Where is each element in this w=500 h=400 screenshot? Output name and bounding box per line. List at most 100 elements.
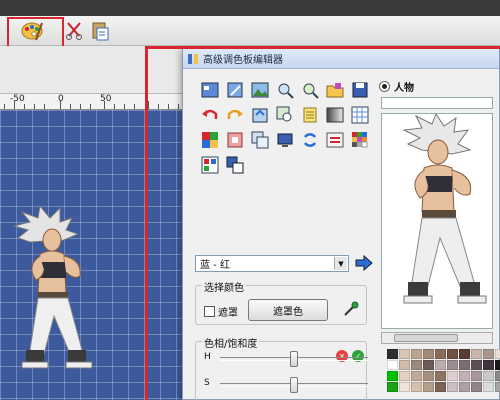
palette-swatch[interactable]	[495, 382, 500, 392]
app-icon	[188, 53, 198, 64]
dialog-title: 高级调色板编辑器	[203, 55, 283, 66]
horizontal-ruler: -50 0 50	[0, 94, 190, 110]
palette-swatch[interactable]	[495, 371, 500, 381]
palette-swatch[interactable]	[471, 360, 482, 370]
palette-grid-icon[interactable]	[199, 154, 220, 175]
palette-swatch[interactable]	[483, 349, 494, 359]
zoom-out-icon[interactable]	[299, 79, 320, 100]
paste-icon[interactable]	[88, 19, 112, 43]
palette-swatch[interactable]	[435, 349, 446, 359]
palette-swatch[interactable]	[483, 382, 494, 392]
swatch-icon[interactable]	[224, 129, 245, 150]
main-toolbar	[0, 16, 500, 46]
dialog-titlebar[interactable]: 高级调色板编辑器	[183, 49, 499, 69]
window-top-strip	[0, 0, 500, 16]
image-icon[interactable]	[249, 79, 270, 100]
scissors-icon[interactable]	[62, 19, 86, 43]
monitor-icon[interactable]	[274, 129, 295, 150]
eyedropper-icon[interactable]	[342, 300, 360, 318]
palette-swatch[interactable]	[399, 371, 410, 381]
palette-swatch[interactable]	[447, 382, 458, 392]
mask-checkbox[interactable]	[204, 306, 215, 317]
hue-label: H	[204, 352, 211, 362]
palette-swatch[interactable]	[435, 382, 446, 392]
chevron-down-icon[interactable]: ▼	[334, 257, 347, 270]
character-radio-label: 人物	[394, 83, 414, 94]
palette-editor-dialog: 高级调色板编辑器 人物 蓝 - 红 ▼ 选择颜色 遮罩 遮罩色 色相/饱和度 ✕…	[182, 48, 500, 400]
palette-swatch[interactable]	[423, 360, 434, 370]
edit-image-icon[interactable]	[224, 79, 245, 100]
hue-slider[interactable]	[220, 351, 368, 367]
palette-swatch[interactable]	[435, 360, 446, 370]
palette-swatch[interactable]	[411, 371, 422, 381]
palette-swatch[interactable]	[411, 382, 422, 392]
undo-icon[interactable]	[199, 104, 220, 125]
notes-icon[interactable]	[299, 104, 320, 125]
color-blocks-icon[interactable]	[199, 129, 220, 150]
palette-swatch[interactable]	[423, 371, 434, 381]
palette-swatch[interactable]	[459, 360, 470, 370]
gradient-icon[interactable]	[324, 104, 345, 125]
palette-swatch[interactable]	[471, 382, 482, 392]
radio-button[interactable]	[379, 81, 390, 92]
color-table-icon[interactable]	[199, 79, 220, 100]
saturation-slider[interactable]	[220, 377, 368, 393]
editor-icon-toolbar	[199, 79, 374, 179]
saturation-label: S	[204, 378, 210, 388]
hue-saturation-group: 色相/饱和度 ✕ ✓ H S	[195, 335, 368, 400]
palette-swatch[interactable]	[471, 349, 482, 359]
saturation-slider-knob[interactable]	[290, 377, 298, 393]
palette-swatch[interactable]	[435, 371, 446, 381]
select-color-label: 选择颜色	[202, 279, 246, 294]
zoom-in-icon[interactable]	[274, 79, 295, 100]
palette-swatch[interactable]	[447, 371, 458, 381]
import-image-icon[interactable]	[249, 104, 270, 125]
palette-swatch[interactable]	[483, 360, 494, 370]
palette-swatch[interactable]	[459, 382, 470, 392]
palette-swatch[interactable]	[387, 360, 398, 370]
palette-swatch[interactable]	[399, 360, 410, 370]
search-image-icon[interactable]	[274, 104, 295, 125]
select-color-group: 选择颜色 遮罩 遮罩色	[195, 279, 367, 325]
fighter-preview-image	[402, 114, 487, 304]
mask-checkbox-label: 遮罩	[218, 308, 238, 319]
sprite-canvas[interactable]	[0, 110, 190, 400]
palette-swatch[interactable]	[495, 360, 500, 370]
preview-scrollbar[interactable]	[381, 332, 493, 344]
scrollbar-thumb[interactable]	[394, 334, 458, 342]
palette-swatch[interactable]	[411, 349, 422, 359]
palette-swatch[interactable]	[387, 349, 398, 359]
ruler-label: -50	[10, 94, 25, 104]
save-icon[interactable]	[349, 79, 370, 100]
palette-select-value: 蓝 - 红	[200, 260, 230, 271]
redo-icon[interactable]	[224, 104, 245, 125]
refresh-icon[interactable]	[299, 129, 320, 150]
palette-swatch[interactable]	[387, 371, 398, 381]
palette-swatch[interactable]	[447, 360, 458, 370]
palette-swatch[interactable]	[459, 371, 470, 381]
palette-swatch[interactable]	[423, 382, 434, 392]
character-preview	[381, 113, 493, 329]
palette-swatch[interactable]	[411, 360, 422, 370]
palette-swatch[interactable]	[399, 349, 410, 359]
palette-swatch[interactable]	[387, 382, 398, 392]
grid-icon[interactable]	[349, 104, 370, 125]
swap-icon[interactable]	[324, 129, 345, 150]
copy-image-icon[interactable]	[249, 129, 270, 150]
palette-swatch[interactable]	[423, 349, 434, 359]
color-palette-grid[interactable]	[387, 349, 500, 400]
open-folder-icon[interactable]	[324, 79, 345, 100]
palette-swatch[interactable]	[459, 349, 470, 359]
palette-select[interactable]: 蓝 - 红 ▼	[195, 255, 349, 272]
palette-swatch[interactable]	[495, 349, 500, 359]
palette-swatch[interactable]	[483, 371, 494, 381]
palette-swatch[interactable]	[471, 371, 482, 381]
color-grid-icon[interactable]	[349, 129, 370, 150]
mask-color-button[interactable]: 遮罩色	[248, 299, 328, 321]
palette-swatch[interactable]	[447, 349, 458, 359]
hue-slider-knob[interactable]	[290, 351, 298, 367]
window-layout-icon[interactable]	[224, 154, 245, 175]
apply-arrow-icon[interactable]	[355, 254, 373, 272]
palette-swatch[interactable]	[399, 382, 410, 392]
character-radio[interactable]: 人物	[379, 79, 414, 94]
